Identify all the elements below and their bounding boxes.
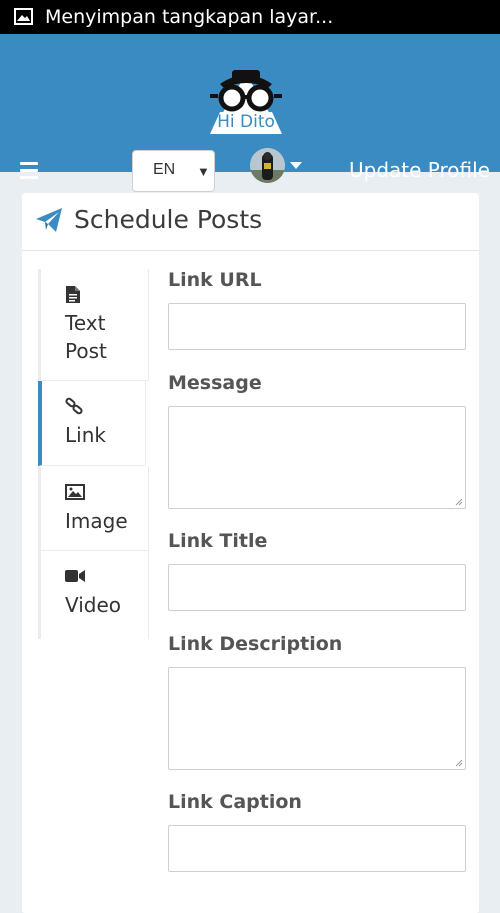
image-icon [65,484,85,500]
post-type-tabs: Text Post Link Image Video [38,269,149,639]
user-avatar-dropdown[interactable] [250,148,306,184]
link-url-input[interactable] [168,303,466,350]
link-caption-input[interactable] [168,825,466,872]
tab-image[interactable]: Image [41,466,149,551]
message-label: Message [168,372,262,394]
status-text: Menyimpan tangkapan layar... [45,6,334,28]
card-title: Schedule Posts [74,205,263,234]
link-description-textarea[interactable] [168,667,466,770]
message-textarea[interactable] [168,406,466,509]
app-header: Hi Dito EN ▼ Update Profile [0,34,500,192]
link-icon [65,397,83,415]
video-camera-icon [65,570,85,582]
link-title-input[interactable] [168,564,466,611]
caret-down-icon: ▼ [197,164,210,179]
schedule-posts-card: Schedule Posts Text Post Link Image Vide… [22,193,479,913]
tab-text-post[interactable]: Text Post [41,269,149,381]
logo[interactable]: Hi Dito [206,68,286,138]
tab-label: Text [65,311,106,335]
link-caption-label: Link Caption [168,791,302,813]
avatar [250,148,285,183]
language-select[interactable]: EN ▼ [132,150,215,192]
tab-label: Video [65,593,122,617]
link-title-label: Link Title [168,530,268,552]
resize-handle-icon[interactable] [455,498,463,506]
document-icon [66,286,80,303]
language-value: EN [153,161,176,178]
card-header: Schedule Posts [22,193,479,251]
link-description-label: Link Description [168,633,343,655]
update-profile-link[interactable]: Update Profile [349,158,490,182]
tab-label: Link [65,423,106,447]
logo-text: Hi Dito [217,112,275,132]
paper-plane-icon [36,208,62,232]
status-bar: Menyimpan tangkapan layar... [0,0,500,34]
tab-link[interactable]: Link [38,381,146,466]
hamburger-menu-icon[interactable] [20,162,40,180]
tab-label-line2: Post [65,339,107,363]
link-url-label: Link URL [168,269,262,291]
tab-video[interactable]: Video [41,551,149,639]
chevron-down-icon [290,162,302,169]
tab-label: Image [65,509,128,533]
gallery-icon [14,8,33,25]
resize-handle-icon[interactable] [455,759,463,767]
